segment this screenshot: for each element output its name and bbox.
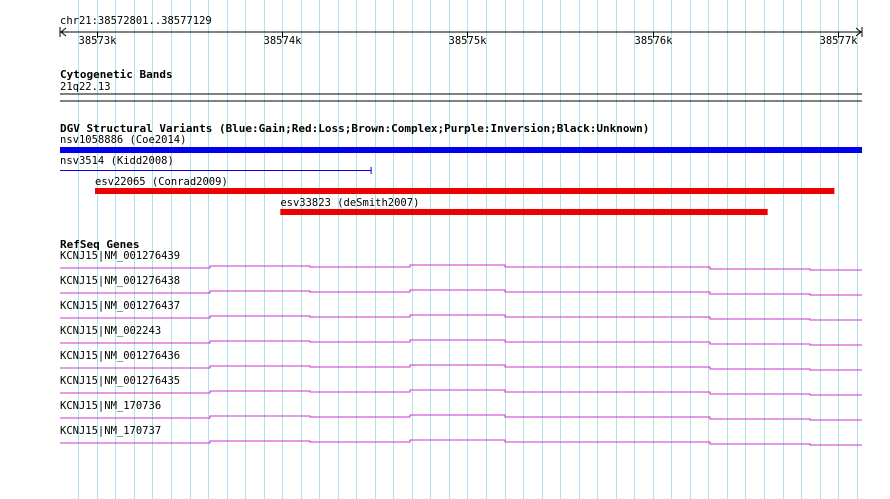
region-label: chr21:38572801..38577129 <box>60 15 212 27</box>
refseq-gene-label: KCNJ15|NM_001276439 <box>60 250 180 262</box>
ruler-track: chr21:38572801..38577129 38573k 38574k 385… <box>59 15 863 47</box>
ruler-tick-label: 38576k <box>635 35 674 47</box>
refseq-gene-model <box>60 439 862 446</box>
dgv-variant-label: esv33823 (deSmith2007) <box>280 197 419 209</box>
refseq-gene-label: KCNJ15|NM_001276436 <box>60 350 180 362</box>
refseq-gene-model <box>60 264 862 271</box>
refseq-gene-label: KCNJ15|NM_002243 <box>60 325 161 337</box>
ruler-ticks: 38573k 38574k 38575k 38576k 38577k <box>79 32 859 47</box>
dgv-variants: nsv1058886 (Coe2014) nsv3514 (Kidd2008) es… <box>60 134 862 215</box>
genome-browser-view: chr21:38572801..38577129 38573k 38574k 385… <box>59 0 863 499</box>
cytoband-label: 21q22.13 <box>60 81 111 93</box>
dgv-variant-bar <box>60 147 862 153</box>
refseq-gene-label: KCNJ15|NM_001276437 <box>60 300 180 312</box>
refseq-gene-model <box>60 289 862 296</box>
refseq-gene-label: KCNJ15|NM_170737 <box>60 425 161 437</box>
refseq-gene-label: KCNJ15|NM_170736 <box>60 400 161 412</box>
refseq-gene-model <box>60 414 862 421</box>
cytoband-track: Cytogenetic Bands 21q22.13 <box>60 68 862 102</box>
refseq-gene-model <box>60 389 862 396</box>
dgv-variant-label: nsv1058886 (Coe2014) <box>60 134 186 146</box>
ruler-tick-label: 38574k <box>264 35 303 47</box>
refseq-track: RefSeq Genes KCNJ15|NM_001276439KCNJ15|N… <box>60 238 862 446</box>
refseq-gene-model <box>60 339 862 346</box>
dgv-variant-label: nsv3514 (Kidd2008) <box>60 155 174 167</box>
refseq-gene-model <box>60 314 862 321</box>
ruler-tick-label: 38577k <box>820 35 859 47</box>
dgv-variant-label: esv22065 (Conrad2009) <box>95 176 228 188</box>
dgv-variant-bar <box>95 188 835 194</box>
refseq-gene-label: KCNJ15|NM_001276435 <box>60 375 180 387</box>
dgv-track: DGV Structural Variants (Blue:Gain;Red:L… <box>60 122 862 215</box>
refseq-gene-label: KCNJ15|NM_001276438 <box>60 275 180 287</box>
cytoband-track-title: Cytogenetic Bands <box>60 68 173 81</box>
dgv-variant-bar <box>280 209 768 215</box>
ruler-tick-label: 38573k <box>79 35 118 47</box>
ruler-tick-label: 38575k <box>449 35 488 47</box>
refseq-gene-model <box>60 364 862 371</box>
refseq-genes: KCNJ15|NM_001276439 KCNJ15|NM_001276438 KC… <box>60 250 862 446</box>
grid-lines <box>78 0 858 499</box>
